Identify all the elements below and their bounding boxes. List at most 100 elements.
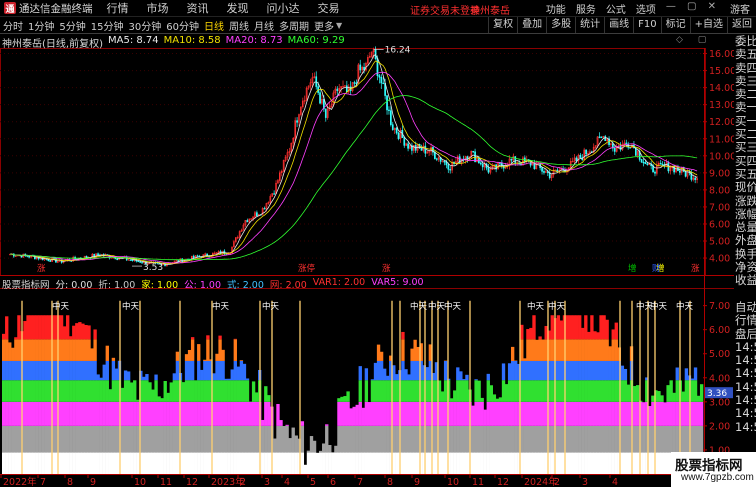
side-panel-item: 外盘 [735,234,756,248]
menu-discover[interactable]: 发现 [227,0,249,16]
indicator-band [556,401,561,426]
tab-timeshare[interactable]: 分时 [3,18,23,33]
tab-60min[interactable]: 60分钟 [166,18,199,33]
indicator-band [99,425,103,453]
indicator-band [565,339,570,361]
indicator-band [44,360,49,381]
indicator-band [480,401,484,426]
menu-news[interactable]: 资讯 [187,0,209,16]
y-tick-label: 6.00 [709,219,730,230]
chart-window-controls[interactable]: ◇ ▢ [676,35,712,45]
indicator-band [206,360,210,381]
indicator-band [23,360,27,381]
indicator-band [120,387,125,402]
indicator-band [690,380,695,402]
indicator-band [373,425,378,453]
tab-5min[interactable]: 5分钟 [59,18,85,33]
mark-button[interactable]: 标记 [660,17,690,33]
ind-y-tick-label: 2.00 [709,421,730,432]
indicator-band [672,392,676,402]
chart-area[interactable]: 16.24 3.53 中天 中天 中天 中天 中天 中天中天 中天 中天 中天中天 中天 16.00… [0,34,734,487]
indicator-band [200,380,204,402]
indicator-band [556,360,561,381]
indicator-band [459,401,463,426]
indicator-band [114,401,119,426]
indicator-band [507,425,512,453]
indicator-band [605,339,609,361]
f10-button[interactable]: F10 [633,17,660,33]
indicator-band [514,452,518,474]
candlestick-chart[interactable]: 16.24 3.53 [9,45,698,273]
indicator-band [401,339,405,361]
menu-function[interactable]: 功能 [546,1,566,16]
menu-market[interactable]: 市场 [147,0,169,16]
side-panel-item[interactable]: 盘后 [734,328,756,341]
menu-trade[interactable]: 交易 [318,0,340,16]
watermark: 股票指标网 www.7gpzb.com [671,452,756,487]
indicator-band [523,358,527,361]
indicator-band [203,360,207,381]
y-tick-label: 14.00 [709,83,734,94]
indicator-band [538,452,542,474]
candle-body [642,161,645,164]
indicator-band [471,405,475,426]
guest-label[interactable]: 游客 [730,1,750,16]
indicator-band [294,452,298,474]
indicator-band [376,360,381,381]
indicator-band [632,386,637,402]
side-panel-item: 卖四 [735,61,756,75]
back-button[interactable]: 返回 [727,17,756,33]
candle-body [640,159,643,163]
tab-multi-period[interactable]: 多周期 [279,18,309,33]
side-panel-item[interactable]: 行情 [734,314,756,327]
indicator-band [90,348,94,361]
menu-formula[interactable]: 公式 [606,1,626,16]
side-panel-item: 14:56 [735,340,756,354]
indicator-band [99,401,103,426]
tab-more[interactable]: 更多 [314,18,334,33]
draw-line-button[interactable]: 画线 [604,17,633,33]
indicator-band [239,452,244,474]
tab-1min[interactable]: 1分钟 [28,18,54,33]
indicator-band [462,425,466,453]
menu-ask[interactable]: 问小达 [267,0,300,16]
ma20-value: MA20: 8.73 [225,35,283,46]
tab-daily[interactable]: 日线 [204,18,224,33]
indicator-band [181,452,186,474]
indicator-band [160,401,164,426]
indicator-band [578,401,582,426]
menu-service[interactable]: 服务 [576,1,596,16]
indicator-band [386,380,390,402]
indicator-band [175,401,180,426]
y-tick-label: 5.00 [709,237,730,248]
side-panel-item[interactable]: 自动 [734,301,756,314]
more-chevron-icon[interactable]: ▼ [336,21,342,30]
statistics-button[interactable]: 统计 [575,17,604,33]
indicator-band [175,452,180,474]
multi-stock-button[interactable]: 多股 [546,17,575,33]
indicator-band [87,360,91,381]
tab-weekly[interactable]: 周线 [229,18,249,33]
tab-15min[interactable]: 15分钟 [91,18,124,33]
window-controls[interactable]: — ▢ ✕ [666,1,720,16]
add-watchlist-button[interactable]: +自选 [689,17,727,33]
indicator-chart[interactable]: 中天 中天 中天 中天 中天 中天中天 中天 中天 中天中天 中天 [2,300,704,474]
indicator-name[interactable]: 股票指标网 [2,277,50,291]
tab-30min[interactable]: 30分钟 [128,18,161,33]
indicator-band [355,425,359,453]
signal-tag: 中天 [650,301,668,312]
indicator-band [59,401,64,426]
indicator-band [187,360,192,381]
indicator-band [364,380,369,402]
indicator-band [346,425,350,453]
indicator-band [267,425,271,453]
y-tick-label: 15.00 [709,66,734,77]
menu-market-quotes[interactable]: 行情 [107,0,129,16]
restore-rights-button[interactable]: 复权 [488,17,517,33]
indicator-band [93,425,97,453]
indicator-band [626,452,631,474]
menu-options[interactable]: 选项 [636,1,656,16]
indicator-band [151,452,155,474]
tab-monthly[interactable]: 月线 [254,18,274,33]
overlay-button[interactable]: 叠加 [517,17,546,33]
